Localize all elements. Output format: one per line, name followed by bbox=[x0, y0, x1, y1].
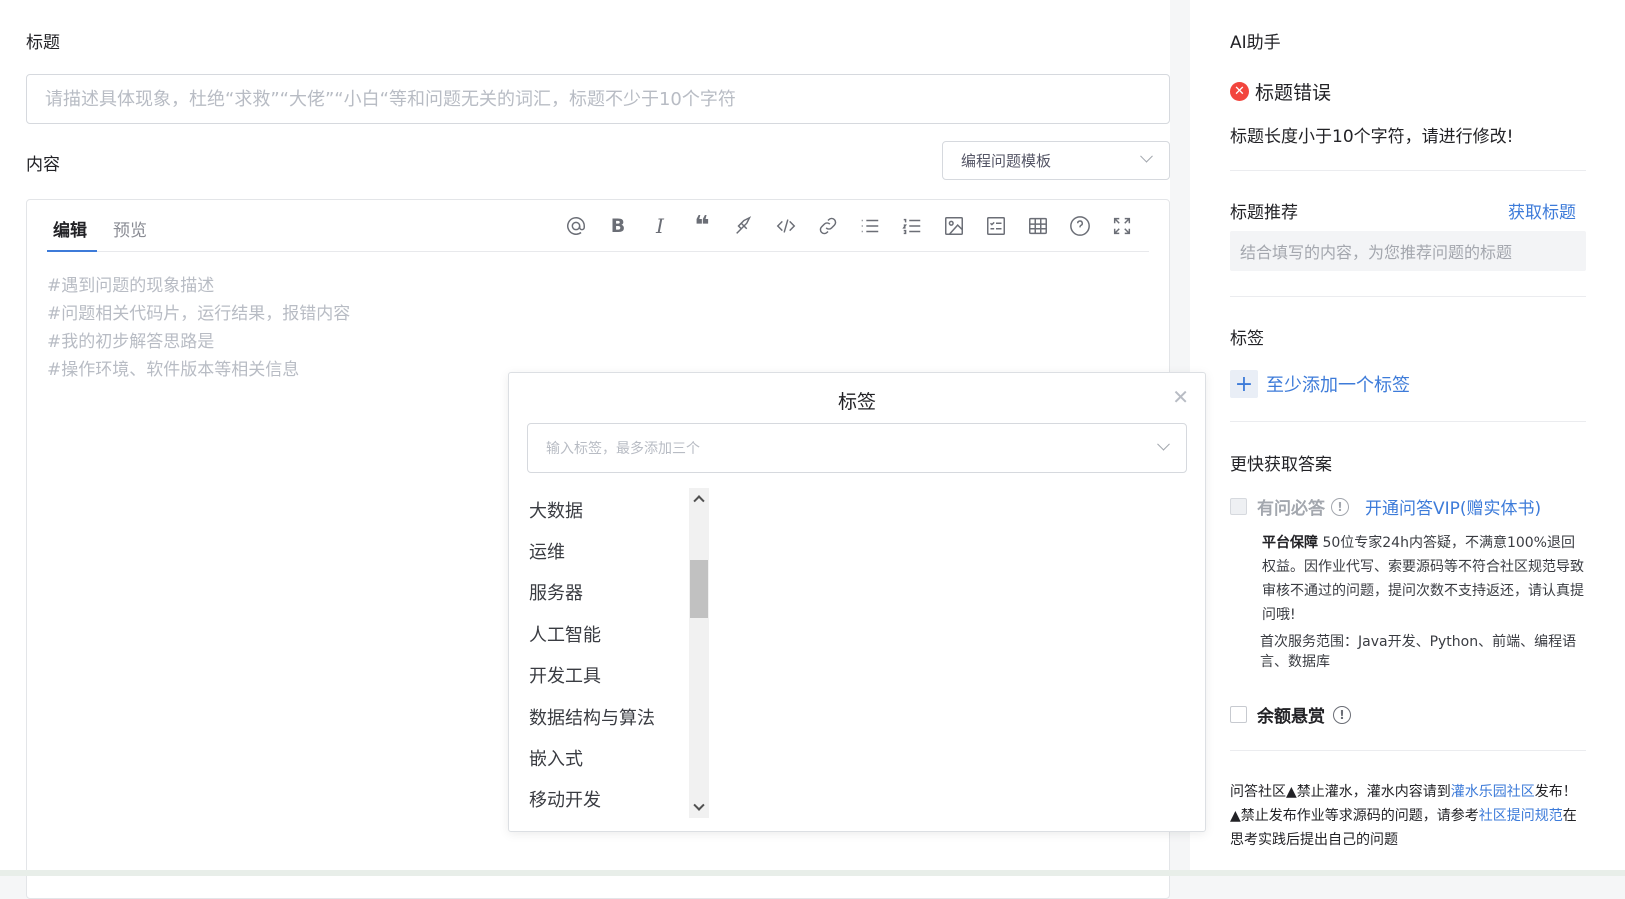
title-label: 标题 bbox=[26, 33, 60, 53]
divider bbox=[1230, 750, 1586, 751]
info-icon[interactable]: ! bbox=[1331, 497, 1349, 516]
title-error: ✕ 标题错误 bbox=[1230, 78, 1331, 105]
checklist-icon[interactable] bbox=[979, 212, 1013, 240]
must-answer-option: 有问必答 ! 开通问答VIP(赠实体书) bbox=[1230, 494, 1541, 519]
brush-icon[interactable] bbox=[727, 212, 761, 240]
ai-assistant-panel: AI助手 ✕ 标题错误 标题长度小于10个字符，请进行修改! 标题推荐 获取标题… bbox=[1190, 0, 1625, 876]
plus-icon: + bbox=[1230, 370, 1258, 398]
faster-answer-heading: 更快获取答案 bbox=[1230, 455, 1332, 475]
tag-input-placeholder: 输入标签，最多添加三个 bbox=[546, 441, 700, 457]
chevron-down-icon bbox=[1157, 437, 1170, 451]
tag-option[interactable]: 移动开发 bbox=[529, 779, 679, 820]
dialog-title: 标签 bbox=[837, 391, 876, 413]
scroll-up-icon[interactable] bbox=[689, 488, 709, 508]
chevron-down-icon bbox=[1140, 149, 1153, 163]
table-icon[interactable] bbox=[1021, 212, 1055, 240]
get-title-link[interactable]: 获取标题 bbox=[1508, 198, 1576, 223]
bottom-strip bbox=[0, 870, 1625, 876]
error-title: 标题错误 bbox=[1255, 82, 1332, 104]
tag-list-scrollbar[interactable] bbox=[689, 488, 709, 818]
vip-link[interactable]: 开通问答VIP(赠实体书) bbox=[1365, 494, 1541, 519]
content-label: 内容 bbox=[26, 155, 60, 175]
add-tag-label: 至少添加一个标签 bbox=[1266, 375, 1410, 396]
bounty-option: 余额悬赏 ! bbox=[1230, 702, 1351, 727]
bullet-list-icon[interactable] bbox=[853, 212, 887, 240]
question-norms-link[interactable]: 社区提问规范 bbox=[1479, 808, 1563, 824]
bounty-label: 余额悬赏 bbox=[1257, 707, 1325, 727]
divider bbox=[1230, 296, 1586, 297]
close-icon[interactable]: ✕ bbox=[1172, 387, 1189, 407]
bold-icon[interactable]: B bbox=[601, 212, 635, 240]
italic-icon[interactable]: I bbox=[643, 212, 677, 240]
platform-guarantee: 平台保障 50位专家24h内答疑，不满意100%退回权益。因作业代写、索要源码等… bbox=[1262, 531, 1587, 627]
editor-placeholder: #遇到问题的现象描述 #问题相关代码片，运行结果，报错内容 #我的初步解答思路是… bbox=[47, 272, 350, 384]
help-icon[interactable] bbox=[1063, 212, 1097, 240]
code-icon[interactable] bbox=[769, 212, 803, 240]
placeholder-line: #遇到问题的现象描述 bbox=[47, 276, 215, 296]
placeholder-line: #问题相关代码片，运行结果，报错内容 bbox=[47, 304, 351, 324]
tag-option[interactable]: 数据结构与算法 bbox=[529, 696, 679, 737]
editor-tabs: 编辑 预览 B I ❝ bbox=[47, 200, 1149, 252]
tag-option[interactable]: 开发工具 bbox=[529, 655, 679, 696]
error-icon: ✕ bbox=[1230, 82, 1249, 101]
bounty-checkbox[interactable] bbox=[1230, 706, 1247, 723]
scroll-down-icon[interactable] bbox=[689, 798, 709, 818]
ordered-list-icon[interactable] bbox=[895, 212, 929, 240]
active-tab-indicator bbox=[47, 250, 97, 252]
link-icon[interactable] bbox=[811, 212, 845, 240]
tag-search-input[interactable]: 输入标签，最多添加三个 bbox=[527, 423, 1187, 473]
quote-icon[interactable]: ❝ bbox=[685, 211, 719, 241]
service-scope: 首次服务范围：Java开发、Python、前端、编程语言、数据库 bbox=[1260, 634, 1577, 670]
tag-option[interactable]: 人工智能 bbox=[529, 613, 679, 654]
image-icon[interactable] bbox=[937, 212, 971, 240]
info-icon[interactable]: ! bbox=[1333, 705, 1351, 724]
tag-option[interactable]: 大数据 bbox=[529, 489, 679, 530]
tags-label: 标签 bbox=[1230, 329, 1264, 349]
tag-option[interactable]: 嵌入式 bbox=[529, 737, 679, 778]
template-select-value: 编程问题模板 bbox=[961, 152, 1052, 170]
placeholder-line: #我的初步解答思路是 bbox=[47, 332, 215, 352]
ai-assistant-heading: AI助手 bbox=[1230, 33, 1281, 53]
tag-option[interactable]: 运维 bbox=[529, 530, 679, 571]
placeholder-line: #操作环境、软件版本等相关信息 bbox=[47, 360, 300, 380]
must-answer-label: 有问必答 bbox=[1257, 499, 1325, 519]
add-tag-button[interactable]: + 至少添加一个标签 bbox=[1230, 370, 1410, 398]
water-park-link[interactable]: 灌水乐园社区 bbox=[1451, 784, 1535, 800]
divider bbox=[1230, 421, 1586, 422]
must-answer-checkbox[interactable] bbox=[1230, 498, 1247, 515]
tag-option[interactable]: 服务器 bbox=[529, 572, 679, 613]
error-message: 标题长度小于10个字符，请进行修改! bbox=[1230, 127, 1514, 147]
community-rules: 问答社区▲禁止灌水，灌水内容请到灌水乐园社区发布！▲禁止发布作业等求源码的问题，… bbox=[1230, 780, 1586, 852]
tag-options-list: 大数据 运维 服务器 人工智能 开发工具 数据结构与算法 嵌入式 移动开发 bbox=[529, 489, 679, 820]
fullscreen-icon[interactable] bbox=[1105, 212, 1139, 240]
editor-toolbar: B I ❝ bbox=[559, 211, 1139, 241]
title-recommend-box: 结合填写的内容，为您推荐问题的标题 bbox=[1230, 231, 1586, 271]
tag-dialog: 标签 ✕ 输入标签，最多添加三个 大数据 运维 服务器 人工智能 开发工具 数据… bbox=[508, 372, 1206, 832]
guarantee-bold: 平台保障 bbox=[1262, 535, 1318, 551]
title-input[interactable] bbox=[26, 74, 1170, 124]
rules-text: 问答社区▲禁止灌水，灌水内容请到 bbox=[1230, 784, 1451, 800]
title-recommend-label: 标题推荐 bbox=[1230, 203, 1298, 223]
scrollbar-thumb[interactable] bbox=[690, 560, 708, 618]
template-select[interactable]: 编程问题模板 bbox=[942, 141, 1170, 180]
at-icon[interactable] bbox=[559, 212, 593, 240]
divider bbox=[1230, 170, 1586, 171]
tab-edit[interactable]: 编辑 bbox=[53, 216, 87, 241]
tab-preview[interactable]: 预览 bbox=[113, 216, 147, 241]
